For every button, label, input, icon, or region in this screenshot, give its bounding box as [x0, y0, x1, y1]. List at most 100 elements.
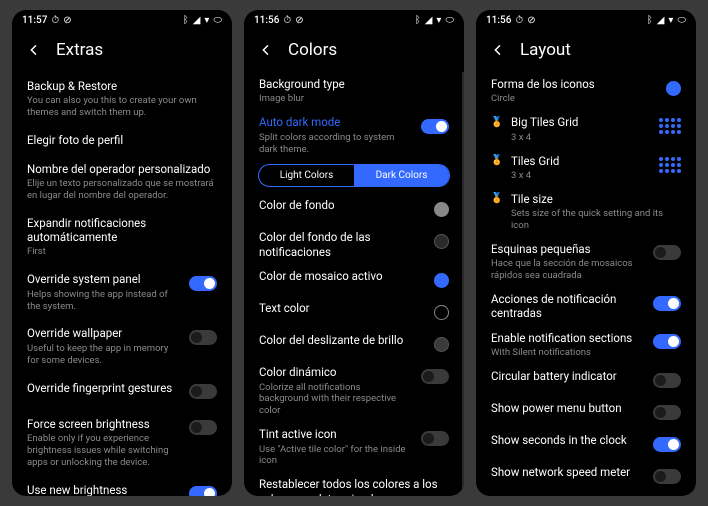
row-title: Backup & Restore [27, 79, 217, 93]
color-swatch[interactable] [434, 273, 449, 288]
row-small-corners[interactable]: Esquinas pequeñas Hace que la sección de… [488, 237, 684, 287]
toggle[interactable] [653, 373, 681, 388]
battery-icon: ⬭ [445, 15, 454, 26]
alarm-icon: ⏱ [51, 15, 59, 26]
back-icon[interactable] [26, 42, 42, 58]
status-circle-icon: ⊘ [295, 15, 303, 26]
row-title: Tile size [511, 192, 681, 206]
row-bg-color[interactable]: Color de fondo [256, 193, 452, 225]
grid-preview-icon [659, 118, 681, 134]
row-title: Big Tiles Grid [511, 115, 649, 129]
row-brightness-slider-color[interactable]: Color del deslizante de brillo [256, 328, 452, 360]
back-icon[interactable] [490, 42, 506, 58]
row-title: Esquinas pequeñas [491, 242, 643, 256]
row-title: Background type [259, 77, 449, 91]
toggle[interactable] [653, 334, 681, 349]
tab-light-colors[interactable]: Light Colors [259, 165, 354, 186]
status-time: 11:56 [486, 15, 511, 26]
screen-layout: 11:56 ⏱ ⊘ ᛒ ◢ ▾ ⬭ Layout Forma de los ic… [476, 10, 696, 496]
toggle[interactable] [189, 420, 217, 435]
status-circle-icon: ⊘ [63, 15, 71, 26]
row-subtitle: With Silent notifications [491, 347, 643, 359]
toggle[interactable] [653, 296, 681, 311]
row-notif-bg-color[interactable]: Color del fondo de las notificaciones [256, 225, 452, 264]
row-dynamic-color[interactable]: Color dinámico Colorize all notification… [256, 360, 452, 422]
toggle[interactable] [653, 469, 681, 484]
row-force-brightness[interactable]: Force screen brightness Enable only if y… [24, 410, 220, 476]
status-bar: 11:56 ⏱ ⊘ ᛒ ◢ ▾ ⬭ [244, 10, 464, 30]
row-title: Nombre del operador personalizado [27, 162, 217, 176]
row-title: Forma de los iconos [491, 77, 656, 91]
row-notif-sections[interactable]: Enable notification sections With Silent… [488, 326, 684, 364]
row-subtitle: Split colors according to system dark th… [259, 132, 411, 156]
row-tile-size[interactable]: 🏅 Tile size Sets size of the quick setti… [488, 187, 684, 237]
toggle[interactable] [421, 369, 449, 384]
row-override-fp[interactable]: Override fingerprint gestures [24, 374, 220, 410]
row-title: Circular battery indicator [491, 369, 643, 383]
row-title: Use new brightness [27, 483, 179, 497]
row-title: Color de fondo [259, 198, 424, 212]
row-title: Tiles Grid [511, 154, 649, 168]
grid-preview-icon [659, 157, 681, 173]
row-title: Override system panel [27, 272, 179, 286]
signal-icon: ◢ [657, 15, 665, 26]
row-title: Show seconds in the clock [491, 433, 643, 447]
toggle[interactable] [653, 405, 681, 420]
page-title: Colors [288, 40, 337, 60]
row-tiles-grid[interactable]: 🏅 Tiles Grid 3 x 4 [488, 149, 684, 187]
row-circular-battery[interactable]: Circular battery indicator [488, 364, 684, 396]
color-swatch[interactable] [434, 202, 449, 217]
page-title: Layout [520, 40, 571, 60]
toggle[interactable] [421, 119, 449, 134]
row-title: Color del fondo de las notificaciones [259, 230, 424, 259]
row-profile-photo[interactable]: Elegir foto de perfil [24, 126, 220, 154]
back-icon[interactable] [258, 42, 274, 58]
toggle[interactable] [653, 437, 681, 452]
row-bg-type[interactable]: Background type Image blur [256, 72, 452, 110]
row-tint-icon[interactable]: Tint active icon Use "Active tile color"… [256, 422, 452, 472]
row-title: Elegir foto de perfil [27, 133, 217, 147]
toggle[interactable] [189, 330, 217, 345]
row-centered-actions[interactable]: Acciones de notificación centradas [488, 287, 684, 326]
row-active-tile-color[interactable]: Color de mosaico activo [256, 264, 452, 296]
row-backup-restore[interactable]: Backup & Restore You can also you this t… [24, 72, 220, 126]
row-subtitle: First [27, 246, 217, 258]
row-subtitle: Elije un texto personalizado que se most… [27, 178, 217, 202]
toggle[interactable] [189, 384, 217, 399]
row-reset-colors[interactable]: Restablecer todos los colores a los valo… [256, 472, 452, 496]
color-swatch[interactable] [434, 234, 449, 249]
alarm-icon: ⏱ [283, 15, 291, 26]
toggle[interactable] [189, 276, 217, 291]
signal-icon: ◢ [425, 15, 433, 26]
row-carrier-name[interactable]: Nombre del operador personalizado Elije … [24, 155, 220, 209]
row-text-color[interactable]: Text color [256, 296, 452, 328]
row-override-wallpaper[interactable]: Override wallpaper Useful to keep the ap… [24, 319, 220, 373]
row-new-brightness[interactable]: Use new brightness Use logarithmic brigh… [24, 476, 220, 497]
row-subtitle: You can also you this to create your own… [27, 95, 217, 119]
color-swatch[interactable] [434, 305, 449, 320]
premium-badge-icon: 🏅 [491, 116, 503, 128]
wifi-icon: ▾ [436, 15, 441, 26]
scrollbar[interactable] [462, 72, 464, 496]
status-time: 11:56 [254, 15, 279, 26]
row-auto-dark[interactable]: Auto dark mode Split colors according to… [256, 110, 452, 160]
row-subtitle: Useful to keep the app in memory for som… [27, 343, 179, 367]
battery-icon: ⬭ [677, 15, 686, 26]
row-autoexpand[interactable]: Expandir notificaciones automáticamente … [24, 209, 220, 266]
row-big-tiles-grid[interactable]: 🏅 Big Tiles Grid 3 x 4 [488, 110, 684, 148]
row-clock-seconds[interactable]: Show seconds in the clock [488, 428, 684, 460]
row-icon-shape[interactable]: Forma de los iconos Circle [488, 72, 684, 110]
tab-dark-colors[interactable]: Dark Colors [354, 165, 449, 186]
row-title: Override wallpaper [27, 326, 179, 340]
toggle[interactable] [189, 486, 217, 496]
color-swatch[interactable] [434, 337, 449, 352]
bluetooth-icon: ᛒ [647, 15, 653, 26]
toggle[interactable] [421, 431, 449, 446]
wifi-icon: ▾ [204, 15, 209, 26]
row-title: Force screen brightness [27, 417, 179, 431]
toggle[interactable] [653, 245, 681, 260]
title-bar: Extras [12, 30, 232, 72]
row-power-menu[interactable]: Show power menu button [488, 396, 684, 428]
row-net-speed[interactable]: Show network speed meter [488, 460, 684, 492]
row-override-panel[interactable]: Override system panel Helps showing the … [24, 265, 220, 319]
